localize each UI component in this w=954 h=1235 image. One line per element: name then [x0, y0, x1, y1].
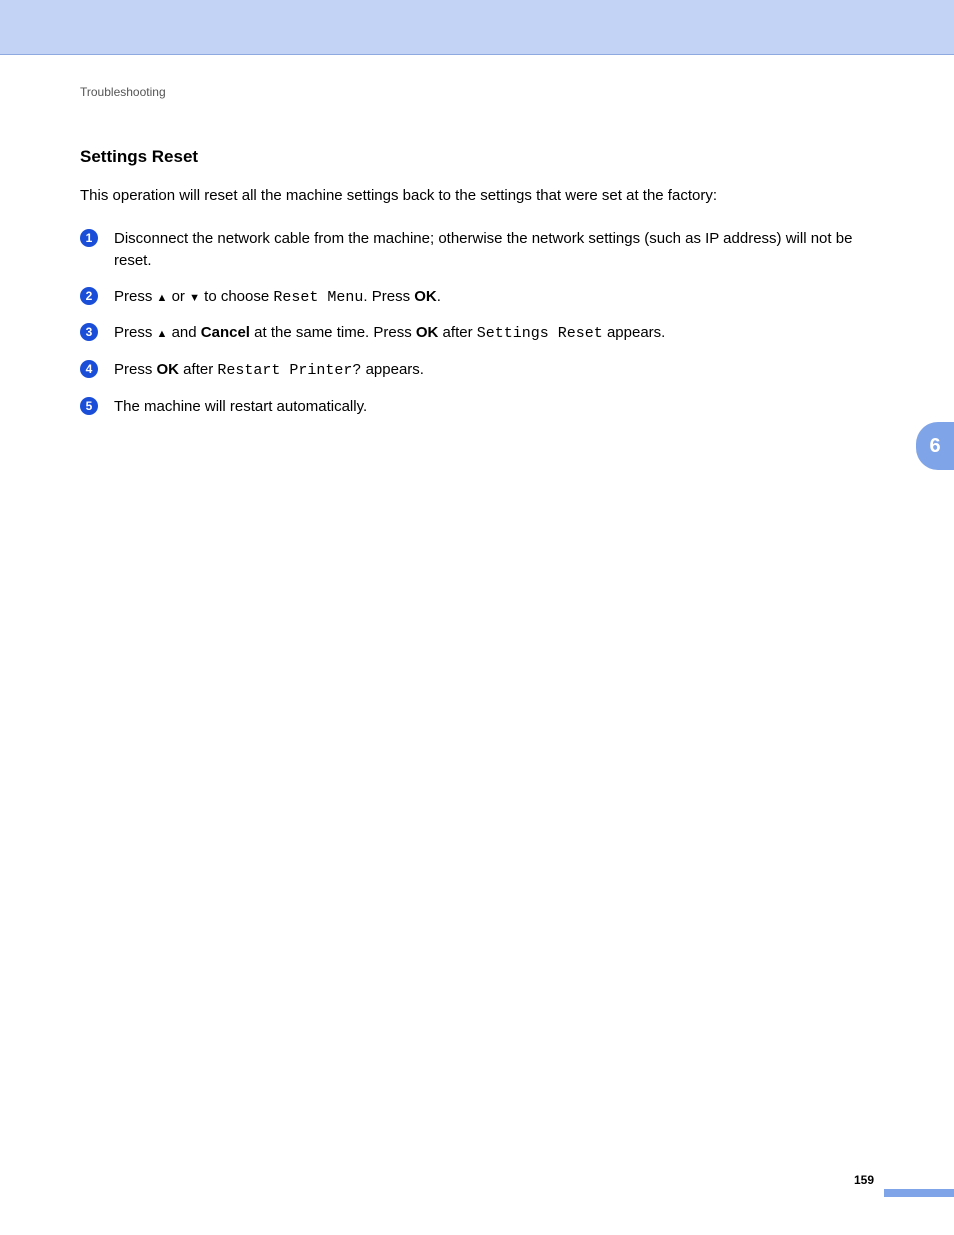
text-fragment: Press: [114, 288, 157, 305]
step-5: 5 The machine will restart automatically…: [80, 396, 874, 418]
step-bullet-icon: 4: [80, 360, 98, 378]
step-bullet-icon: 1: [80, 229, 98, 247]
mono-text: Settings Reset: [477, 325, 603, 342]
bold-text: OK: [414, 288, 437, 305]
breadcrumb: Troubleshooting: [80, 85, 874, 99]
text-fragment: Press: [114, 361, 157, 378]
intro-text: This operation will reset all the machin…: [80, 185, 874, 206]
text-fragment: appears.: [603, 324, 666, 341]
arrow-up-icon: ▲: [157, 291, 168, 307]
mono-text: Reset Menu: [273, 289, 363, 306]
header-bar: [0, 0, 954, 55]
footer-accent: [884, 1189, 954, 1197]
step-text: Press OK after Restart Printer? appears.: [114, 359, 874, 382]
step-1: 1 Disconnect the network cable from the …: [80, 228, 874, 272]
step-4: 4 Press OK after Restart Printer? appear…: [80, 359, 874, 382]
text-fragment: appears.: [361, 361, 424, 378]
text-fragment: or: [167, 288, 189, 305]
step-text: Press ▲ and Cancel at the same time. Pre…: [114, 322, 874, 345]
mono-text: Restart Printer?: [217, 362, 361, 379]
step-text: Disconnect the network cable from the ma…: [114, 228, 874, 272]
text-fragment: .: [437, 288, 441, 305]
arrow-up-icon: ▲: [157, 327, 168, 343]
step-2: 2 Press ▲ or ▼ to choose Reset Menu. Pre…: [80, 286, 874, 309]
step-text: The machine will restart automatically.: [114, 396, 874, 418]
step-bullet-icon: 2: [80, 287, 98, 305]
text-fragment: at the same time. Press: [250, 324, 416, 341]
text-fragment: . Press: [363, 288, 414, 305]
text-fragment: and: [167, 324, 200, 341]
section-title: Settings Reset: [80, 147, 874, 167]
step-bullet-icon: 3: [80, 323, 98, 341]
page-content: Troubleshooting Settings Reset This oper…: [0, 55, 954, 418]
chapter-tab[interactable]: 6: [916, 422, 954, 470]
arrow-down-icon: ▼: [189, 291, 200, 307]
bold-text: OK: [157, 361, 180, 378]
step-3: 3 Press ▲ and Cancel at the same time. P…: [80, 322, 874, 345]
text-fragment: Press: [114, 324, 157, 341]
page-number: 159: [854, 1173, 874, 1187]
text-fragment: to choose: [200, 288, 273, 305]
bold-text: OK: [416, 324, 439, 341]
step-bullet-icon: 5: [80, 397, 98, 415]
bold-text: Cancel: [201, 324, 250, 341]
step-text: Press ▲ or ▼ to choose Reset Menu. Press…: [114, 286, 874, 309]
text-fragment: after: [438, 324, 476, 341]
text-fragment: after: [179, 361, 217, 378]
